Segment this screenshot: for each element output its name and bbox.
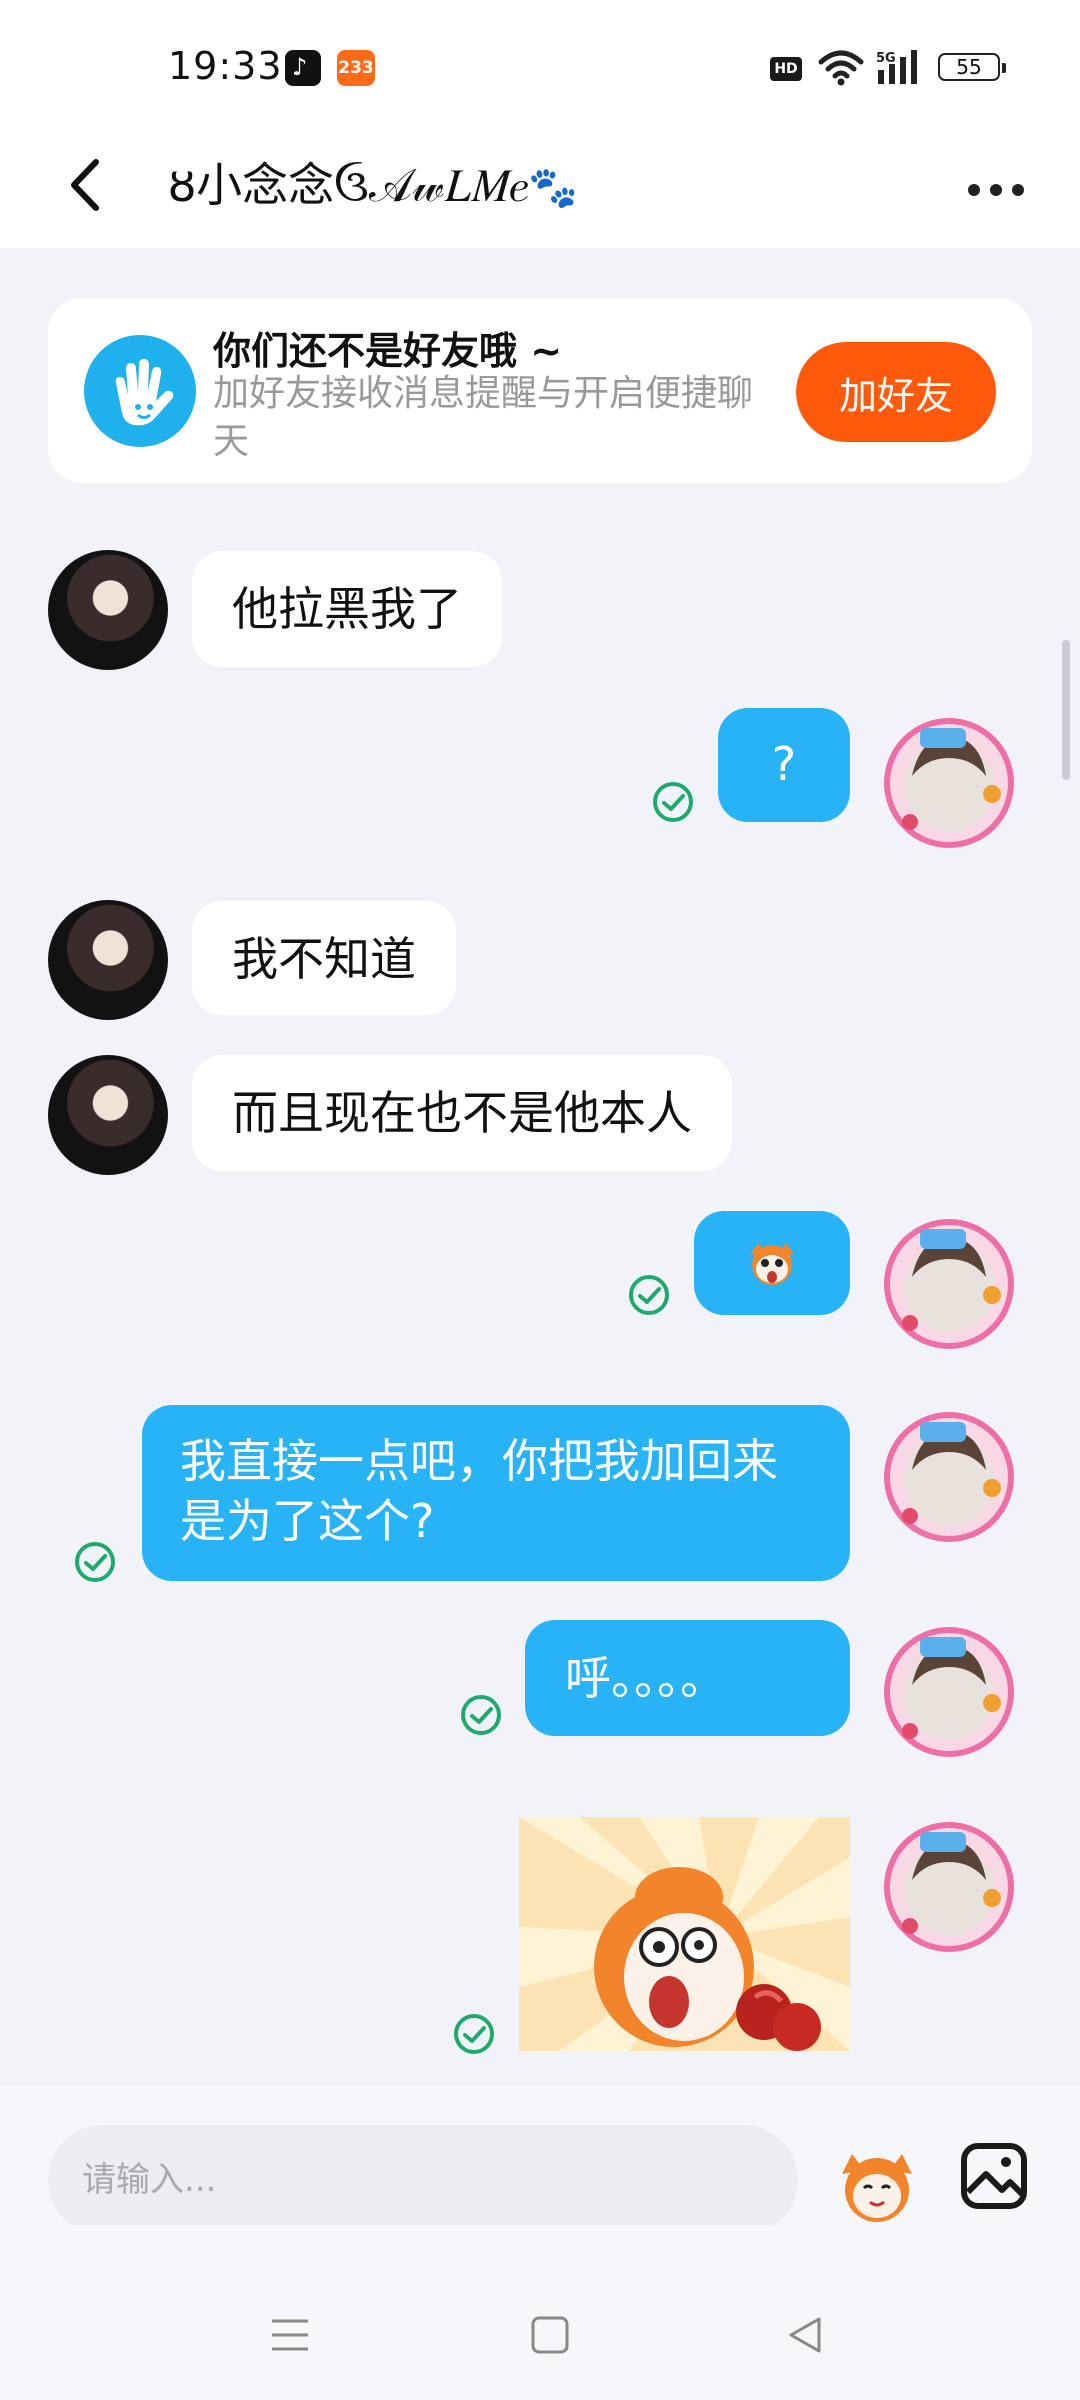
contact-avatar[interactable] bbox=[48, 900, 168, 1020]
notice-title: 你们还不是好友哦 ~ bbox=[213, 329, 563, 373]
more-horizontal-icon[interactable] bbox=[966, 180, 1026, 200]
read-check-icon bbox=[75, 1542, 115, 1582]
contact-avatar[interactable] bbox=[48, 1055, 168, 1175]
signal-icon: 5G bbox=[876, 50, 917, 84]
outgoing-message-bubble[interactable]: 呼。。。。 bbox=[525, 1620, 850, 1736]
contact-avatar[interactable] bbox=[48, 550, 168, 670]
paw-icon: 🐾 bbox=[528, 165, 579, 211]
chat-header: ȣ小念念ઉ𝒜𝓌𝐿𝑀𝑒🐾 bbox=[0, 130, 1080, 248]
my-avatar[interactable] bbox=[880, 1818, 1018, 1956]
back-triangle-icon[interactable] bbox=[785, 2315, 825, 2355]
home-icon[interactable] bbox=[530, 2315, 570, 2355]
tiktok-notification-icon: ♪ bbox=[285, 50, 321, 86]
read-check-icon bbox=[461, 1695, 501, 1735]
not-friend-notice: 你们还不是好友哦 ~ 加好友接收消息提醒与开启便捷聊天 加好友 bbox=[48, 298, 1032, 483]
message-input[interactable] bbox=[48, 2125, 798, 2235]
incoming-message-bubble[interactable]: 而且现在也不是他本人 bbox=[192, 1055, 732, 1171]
my-avatar[interactable] bbox=[880, 1623, 1018, 1761]
my-avatar[interactable] bbox=[880, 1215, 1018, 1353]
incoming-message-bubble[interactable]: 他拉黑我了 bbox=[192, 551, 502, 667]
my-avatar[interactable] bbox=[880, 1408, 1018, 1546]
app-233-notification-icon: 233 bbox=[337, 50, 375, 86]
battery-indicator: 55 bbox=[938, 53, 1006, 81]
hd-indicator: HD bbox=[770, 57, 802, 81]
status-time: 19:33 bbox=[168, 44, 283, 88]
add-friend-button[interactable]: 加好友 bbox=[796, 342, 996, 442]
read-check-icon bbox=[653, 782, 693, 822]
read-check-icon bbox=[454, 2014, 494, 2054]
outgoing-emoji-bubble[interactable] bbox=[694, 1211, 850, 1315]
recent-apps-icon[interactable] bbox=[270, 2315, 310, 2355]
network-label: 5G bbox=[876, 51, 896, 66]
chat-title: ȣ小念念ઉ𝒜𝓌𝐿𝑀𝑒🐾 bbox=[168, 150, 578, 223]
sticker-image[interactable] bbox=[519, 1817, 850, 2051]
wifi-icon bbox=[818, 50, 864, 86]
image-icon[interactable] bbox=[958, 2140, 1030, 2212]
scroll-indicator[interactable] bbox=[1062, 640, 1070, 780]
outgoing-message-bubble[interactable]: 我直接一点吧，你把我加回来是为了这个? bbox=[142, 1405, 850, 1581]
outgoing-message-bubble[interactable]: ? bbox=[718, 708, 850, 822]
system-nav-bar bbox=[0, 2225, 1080, 2400]
read-check-icon bbox=[629, 1275, 669, 1315]
shocked-face-emoji-icon bbox=[750, 1243, 794, 1285]
notice-description: 加好友接收消息提醒与开启便捷聊天 bbox=[213, 373, 754, 462]
status-bar: 19:33 ♪ 233 HD 5G 55 bbox=[0, 0, 1080, 130]
my-avatar[interactable] bbox=[880, 714, 1018, 852]
emoji-sticker-icon[interactable] bbox=[832, 2140, 922, 2230]
hand-wave-icon bbox=[84, 335, 196, 447]
incoming-message-bubble[interactable]: 我不知道 bbox=[192, 901, 456, 1015]
chat-title-text: ȣ小念念ઉ𝒜𝓌𝐿𝑀𝑒 bbox=[168, 158, 529, 212]
chevron-left-icon[interactable] bbox=[56, 150, 126, 220]
